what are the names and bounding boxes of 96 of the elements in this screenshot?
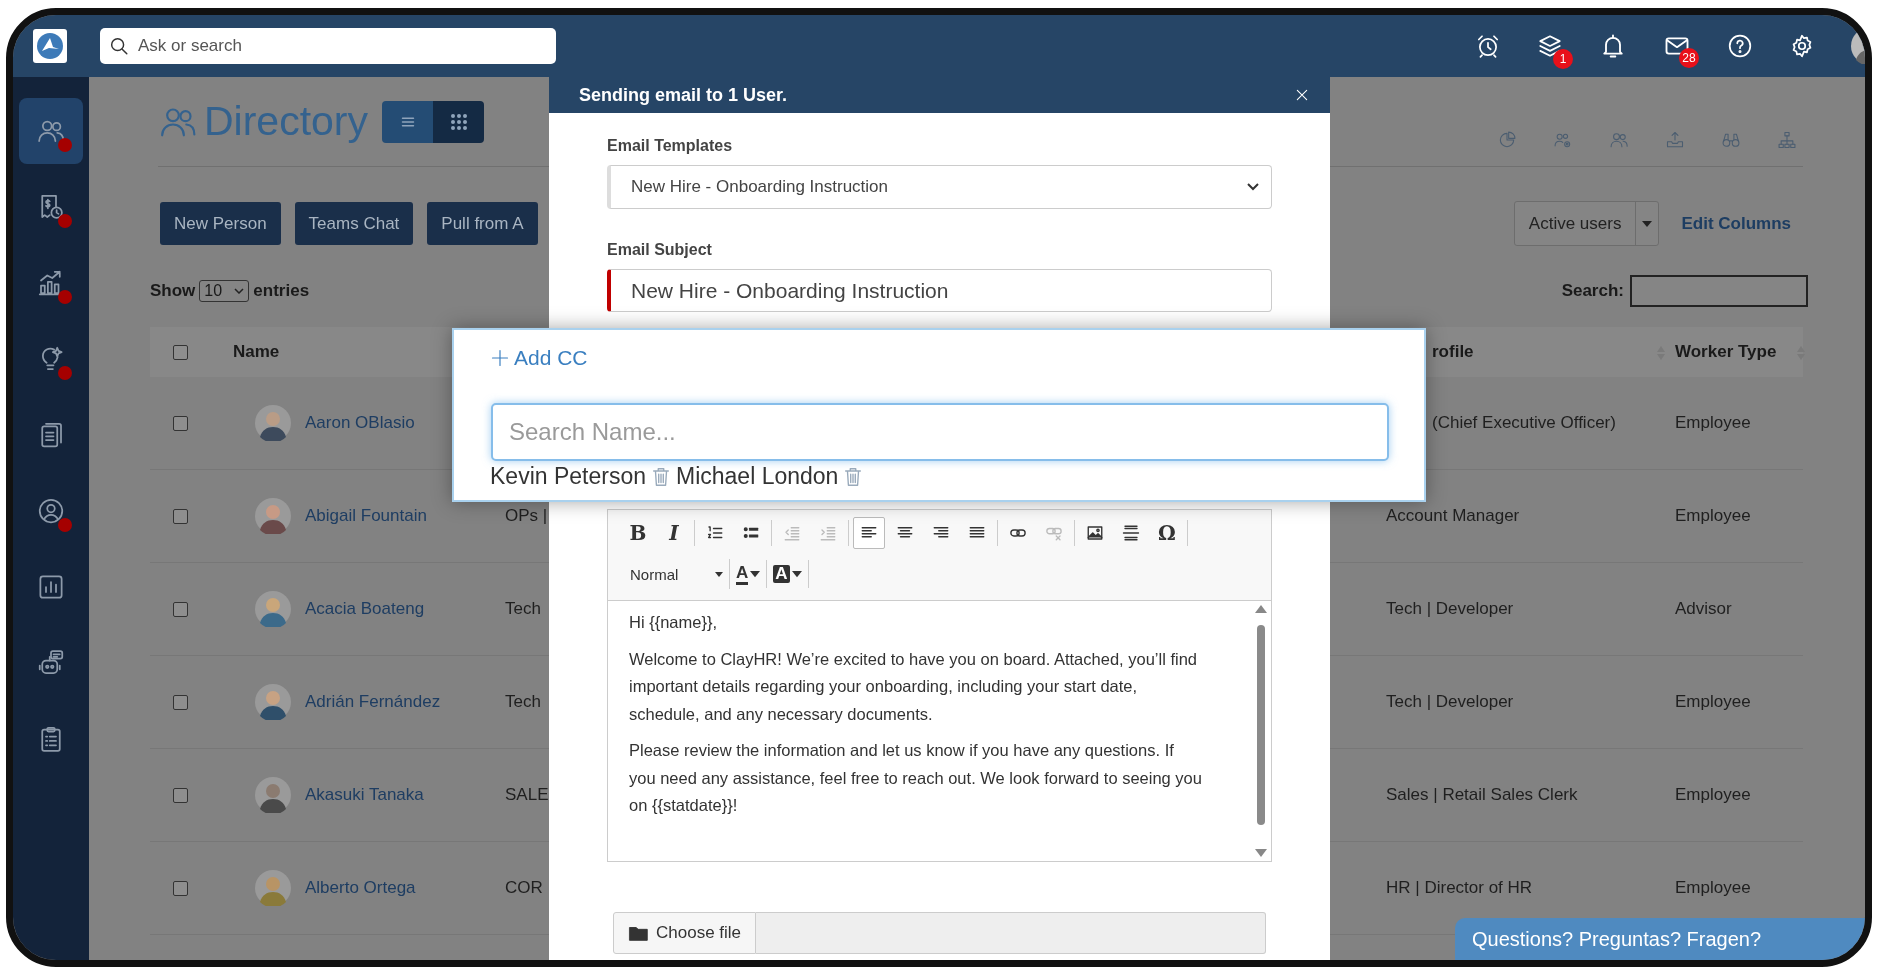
message-paragraph: Hi {{name}}, (629, 612, 719, 633)
table-cell: Account Manager (1386, 506, 1520, 526)
grid-view-button[interactable] (433, 100, 485, 143)
caret-icon (750, 569, 761, 579)
chevron-down-icon (1247, 183, 1259, 191)
background-color-button[interactable]: A (767, 560, 809, 588)
table-cell: COR (505, 878, 543, 898)
caret-icon (234, 288, 245, 294)
page-size-select[interactable]: 10 (199, 280, 250, 302)
table-cell: Employee (1675, 878, 1751, 898)
subject-field[interactable]: New Hire - Onboarding Instruction (607, 269, 1272, 312)
avatar-icon (255, 870, 291, 906)
user-circle-icon (36, 496, 66, 526)
avatar-icon (255, 405, 291, 441)
person-name-link[interactable]: Adrián Fernández (305, 692, 441, 712)
table-cell: SALE (505, 785, 549, 805)
message-editor[interactable] (607, 601, 1272, 862)
bold-button[interactable]: B (622, 517, 654, 549)
table-cell: Tech (505, 599, 541, 619)
select-all-checkbox[interactable] (172, 344, 188, 360)
action-button[interactable]: Teams Chat (294, 202, 414, 245)
edit-columns-link[interactable]: Edit Columns (1681, 213, 1791, 234)
add-cc-link[interactable]: Add CC (490, 346, 588, 370)
table-cell: Sales | Retail Sales Clerk (1386, 785, 1578, 805)
table-cell: Tech | Developer (1386, 692, 1514, 712)
person-name-link[interactable]: Abigail Fountain (305, 506, 427, 526)
recipient-name: Michael London (676, 463, 839, 490)
row-checkbox[interactable] (172, 880, 188, 896)
table-cell: Tech (505, 692, 541, 712)
row-checkbox[interactable] (172, 694, 188, 710)
field-label: Email Templates (607, 137, 734, 156)
action-button[interactable]: New Person (160, 202, 281, 245)
avatar-icon (255, 777, 291, 813)
entries-label: entries (253, 281, 310, 301)
search-label: Search: (1561, 281, 1624, 301)
trash-icon[interactable] (650, 465, 672, 488)
person-name-link[interactable]: Acacia Boateng (305, 599, 425, 619)
dialog-title: Sending email to 1 User. (579, 84, 788, 106)
list-view-button[interactable] (382, 100, 434, 143)
person-name-link[interactable]: Akasuki Tanaka (305, 785, 424, 805)
text-color-button[interactable]: A (730, 560, 768, 588)
notification-badge: 1 (1553, 49, 1573, 69)
recipient-name: Kevin Peterson (490, 463, 646, 490)
outdent-icon (783, 524, 801, 542)
field-label: Email Subject (607, 241, 713, 260)
logo-icon[interactable] (33, 29, 67, 63)
template-select[interactable]: New Hire - Onboarding Instruction (607, 165, 1272, 209)
caret-icon (791, 569, 802, 579)
grid-icon (449, 112, 468, 131)
page-title: Directory (204, 98, 369, 145)
caret-icon (1642, 220, 1653, 227)
chat-button[interactable]: Questions? Preguntas? Fragen? (1455, 918, 1865, 960)
row-checkbox[interactable] (172, 787, 188, 803)
name-search-field[interactable]: Search Name... (491, 403, 1389, 461)
row-checkbox[interactable] (172, 508, 188, 524)
avatar-icon (255, 498, 291, 534)
message-paragraph: Welcome to ClayHR! We’re excited to have you on board. Attached, you’ll find important details regarding your onboarding, including your start date, schedule, and any necessary documents. (629, 648, 1199, 725)
show-label: Show (150, 281, 196, 301)
help-icon[interactable] (1727, 33, 1753, 59)
person-name-link[interactable]: Aaron OBlasio (305, 413, 415, 433)
sidebar-item[interactable] (19, 98, 83, 164)
table-cell: Advisor (1675, 599, 1732, 619)
scrollbar[interactable] (1255, 605, 1267, 857)
special-character-button[interactable]: Ω (1151, 517, 1183, 549)
table-cell: Employee (1675, 413, 1751, 433)
avatar-icon (255, 684, 291, 720)
caret-icon (715, 571, 723, 577)
table-cell: HR | Director of HR (1386, 878, 1533, 898)
avatar-icon (255, 591, 291, 627)
column-header[interactable]: rofile (1432, 342, 1474, 362)
search-field[interactable]: Ask or search (100, 28, 556, 64)
message-paragraph: Please review the information and let us know if you have any questions. If you need any assistance, feel free to reach out. We look forward to seeing you on {{statdate}}! (629, 740, 1202, 816)
image-icon (1086, 524, 1104, 542)
horizontal-rule-icon (1122, 524, 1140, 542)
table-cell: Employee (1675, 692, 1751, 712)
plus-icon (490, 348, 510, 368)
search-icon (108, 35, 130, 57)
italic-button[interactable]: I (658, 517, 690, 549)
action-button[interactable]: Pull from A (427, 202, 538, 245)
table-cell: (Chief Executive Officer) (1432, 413, 1616, 433)
table-cell: OPs | (505, 506, 548, 526)
table-search-field[interactable] (1630, 275, 1808, 307)
table-cell: Employee (1675, 506, 1751, 526)
person-name-link[interactable]: Alberto Ortega (305, 878, 416, 898)
alarm-clock-icon[interactable] (1475, 33, 1501, 59)
choose-file-button[interactable]: Choose file (613, 912, 757, 954)
close-icon[interactable] (1294, 87, 1310, 103)
table-cell: Employee (1675, 785, 1751, 805)
indent-icon (819, 524, 837, 542)
align-left-button[interactable] (853, 517, 885, 549)
notification-badge: 28 (1679, 48, 1699, 68)
row-checkbox[interactable] (172, 601, 188, 617)
row-checkbox[interactable] (172, 415, 188, 431)
format-dropdown[interactable]: Normal (618, 559, 730, 589)
column-header[interactable]: Name (233, 342, 280, 362)
table-cell: Tech | Developer (1386, 599, 1514, 619)
